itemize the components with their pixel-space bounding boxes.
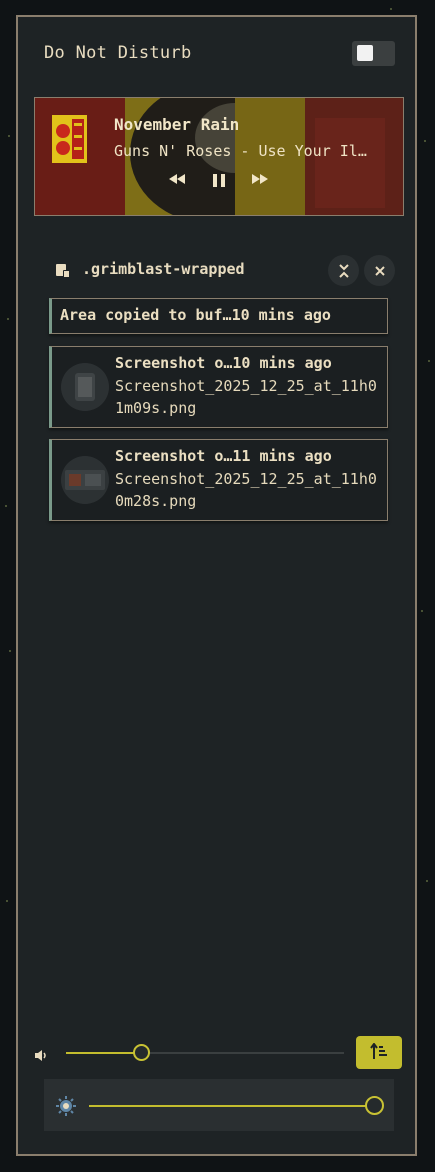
brightness-icon[interactable] [56,1096,76,1120]
speaker-icon[interactable] [35,1046,48,1065]
notification-item[interactable]: Screenshot o…11 mins ago Screenshot_2025… [49,439,388,521]
fast-forward-icon[interactable] [252,174,268,188]
close-icon[interactable] [364,255,395,286]
notification-body: Screenshot_2025_12_25_at_11h00m28s.png [115,470,377,510]
pause-icon[interactable] [213,174,225,191]
brightness-slider-fill [89,1105,374,1107]
control-center-panel: Do Not Disturb November Rain Guns N' Ros… [16,15,417,1156]
dnd-toggle-knob [357,45,373,61]
notification-body: Screenshot_2025_12_25_at_11h01m09s.png [115,377,377,417]
app-icon [56,263,69,277]
notification-title: Screenshot o…11 mins ago [115,447,332,465]
volume-slider-fill [66,1052,142,1054]
notification-item[interactable]: Screenshot o…10 mins ago Screenshot_2025… [49,346,388,428]
sort-ascending-button[interactable] [356,1036,402,1069]
notification-title: Screenshot o…10 mins ago [115,354,332,372]
screenshot-thumbnail [61,363,109,411]
notification-title: Area copied to buf…10 mins ago [60,306,331,324]
screenshot-thumbnail [61,456,109,504]
track-title: November Rain [114,115,240,134]
volume-slider-handle[interactable] [133,1044,151,1061]
notification-item[interactable]: Area copied to buf…10 mins ago [49,298,388,334]
app-name: .grimblast-wrapped [82,260,245,278]
track-artist: Guns N' Roses - Use Your Il… [114,142,367,160]
dnd-label: Do Not Disturb [44,43,192,63]
dnd-toggle[interactable] [352,41,395,66]
media-player: November Rain Guns N' Roses - Use Your I… [34,97,404,216]
brightness-slider-handle[interactable] [365,1096,384,1115]
album-cover [52,115,87,163]
brightness-row [44,1079,394,1131]
rewind-icon[interactable] [169,174,185,188]
sort-ascending-icon [370,1041,388,1063]
collapse-icon[interactable] [328,255,359,286]
